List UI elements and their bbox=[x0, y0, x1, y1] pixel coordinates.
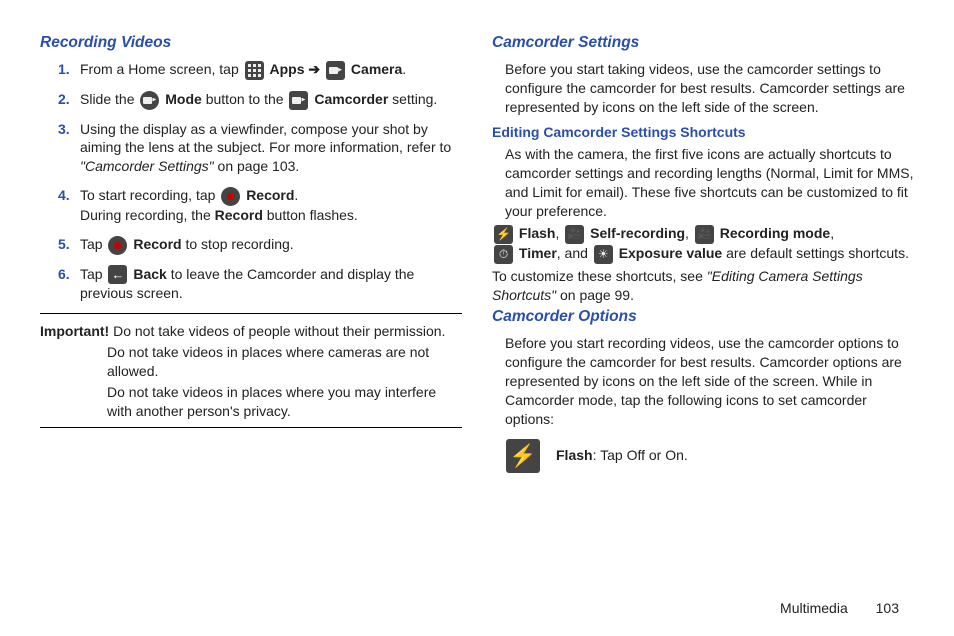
recording-mode-icon bbox=[695, 225, 714, 244]
text: button flashes. bbox=[263, 207, 358, 223]
text: To customize these shortcuts, see bbox=[492, 268, 707, 284]
text-bold: Camera bbox=[351, 61, 402, 77]
text: . bbox=[294, 187, 298, 203]
text-bold: Back bbox=[133, 266, 166, 282]
record-icon bbox=[221, 187, 240, 206]
text-bold: Apps bbox=[270, 61, 305, 77]
step-body: To start recording, tap Record. During r… bbox=[80, 186, 462, 225]
step-6: 6. Tap Back to leave the Camcorder and d… bbox=[58, 265, 462, 304]
paragraph: As with the camera, the first five icons… bbox=[505, 145, 914, 221]
step-5: 5. Tap Record to stop recording. bbox=[58, 235, 462, 255]
flash-option-row: Flash: Tap Off or On. bbox=[504, 439, 914, 473]
step-3: 3. Using the display as a viewfinder, co… bbox=[58, 120, 462, 177]
text-bold: Camcorder bbox=[314, 91, 388, 107]
text: on page 99. bbox=[556, 287, 634, 303]
text-bold: Record bbox=[215, 207, 263, 223]
camera-icon bbox=[326, 61, 345, 80]
step-4: 4. To start recording, tap Record. Durin… bbox=[58, 186, 462, 225]
mode-icon bbox=[140, 91, 159, 110]
text: to leave the Camcorder and display the p… bbox=[80, 266, 414, 302]
text-bold: Recording mode bbox=[720, 225, 830, 241]
text: to stop recording. bbox=[185, 236, 293, 252]
text-bold: Self-recording bbox=[590, 225, 685, 241]
shortcut-icons-line: Flash, Self-recording, Recording mode, T… bbox=[492, 224, 914, 264]
page-number: 103 bbox=[876, 600, 899, 616]
important-line: Important! Do not take videos of people … bbox=[40, 322, 462, 341]
text: are default settings shortcuts. bbox=[722, 245, 909, 261]
timer-icon bbox=[494, 245, 513, 264]
text: Slide the bbox=[80, 91, 138, 107]
text-bold: Flash bbox=[556, 447, 593, 463]
text: Do not take videos of people without the… bbox=[113, 323, 445, 339]
self-recording-icon bbox=[565, 225, 584, 244]
footer-section: Multimedia bbox=[780, 600, 848, 616]
text: button to the bbox=[206, 91, 288, 107]
flash-icon bbox=[506, 439, 540, 473]
subheading-editing-shortcuts: Editing Camcorder Settings Shortcuts bbox=[492, 123, 914, 142]
text: Tap bbox=[80, 236, 106, 252]
text: Do not take videos in places where you m… bbox=[40, 383, 462, 421]
text-bold: Mode bbox=[165, 91, 202, 107]
paragraph: Before you start recording videos, use t… bbox=[505, 334, 914, 428]
step-body: Using the display as a viewfinder, compo… bbox=[80, 120, 462, 177]
text: To start recording, tap bbox=[80, 187, 219, 203]
step-number: 2. bbox=[58, 90, 80, 109]
text: Using the display as a viewfinder, compo… bbox=[80, 121, 451, 156]
text-bold: Record bbox=[246, 187, 294, 203]
text: setting. bbox=[392, 91, 437, 107]
step-body: Tap Back to leave the Camcorder and disp… bbox=[80, 265, 462, 304]
text-bold: Timer bbox=[519, 245, 557, 261]
arrow-icon: ➔ bbox=[308, 61, 324, 77]
exposure-icon bbox=[594, 245, 613, 264]
text: Do not take videos in places where camer… bbox=[40, 343, 462, 381]
text: : Tap Off or On. bbox=[593, 447, 688, 463]
important-label: Important! bbox=[40, 323, 109, 339]
right-column: Camcorder Settings Before you start taki… bbox=[492, 30, 914, 590]
text-bold: Exposure value bbox=[619, 245, 723, 261]
step-2: 2. Slide the Mode button to the Camcorde… bbox=[58, 90, 462, 110]
text: , and bbox=[557, 245, 592, 261]
flash-option-text: Flash: Tap Off or On. bbox=[556, 446, 688, 465]
text: From a Home screen, tap bbox=[80, 61, 243, 77]
step-number: 4. bbox=[58, 186, 80, 205]
step-list: 1. From a Home screen, tap Apps ➔ Camera… bbox=[58, 60, 462, 303]
important-block: Important! Do not take videos of people … bbox=[40, 322, 462, 420]
paragraph: Before you start taking videos, use the … bbox=[505, 60, 914, 117]
divider bbox=[40, 427, 462, 428]
record-icon bbox=[108, 236, 127, 255]
paragraph: To customize these shortcuts, see "Editi… bbox=[492, 267, 914, 305]
step-number: 6. bbox=[58, 265, 80, 284]
page-footer: Multimedia 103 bbox=[780, 600, 899, 616]
camcorder-icon bbox=[289, 91, 308, 110]
text: . bbox=[402, 61, 406, 77]
manual-page: Recording Videos 1. From a Home screen, … bbox=[0, 0, 954, 600]
apps-icon bbox=[245, 61, 264, 80]
back-icon bbox=[108, 265, 127, 284]
heading-camcorder-options: Camcorder Options bbox=[492, 307, 914, 328]
step-body: Slide the Mode button to the Camcorder s… bbox=[80, 90, 462, 110]
cross-reference: "Camcorder Settings" bbox=[80, 158, 214, 174]
text: During recording, the bbox=[80, 207, 215, 223]
step-body: From a Home screen, tap Apps ➔ Camera. bbox=[80, 60, 462, 80]
text: Tap bbox=[80, 266, 106, 282]
heading-recording-videos: Recording Videos bbox=[40, 33, 462, 54]
heading-camcorder-settings: Camcorder Settings bbox=[492, 33, 914, 54]
left-column: Recording Videos 1. From a Home screen, … bbox=[40, 30, 462, 590]
step-number: 1. bbox=[58, 60, 80, 79]
text-bold: Record bbox=[133, 236, 181, 252]
text: on page 103. bbox=[214, 158, 300, 174]
flash-icon bbox=[494, 225, 513, 244]
step-number: 3. bbox=[58, 120, 80, 139]
step-1: 1. From a Home screen, tap Apps ➔ Camera… bbox=[58, 60, 462, 80]
divider bbox=[40, 313, 462, 314]
text-bold: Flash bbox=[519, 225, 556, 241]
step-number: 5. bbox=[58, 235, 80, 254]
step-body: Tap Record to stop recording. bbox=[80, 235, 462, 255]
